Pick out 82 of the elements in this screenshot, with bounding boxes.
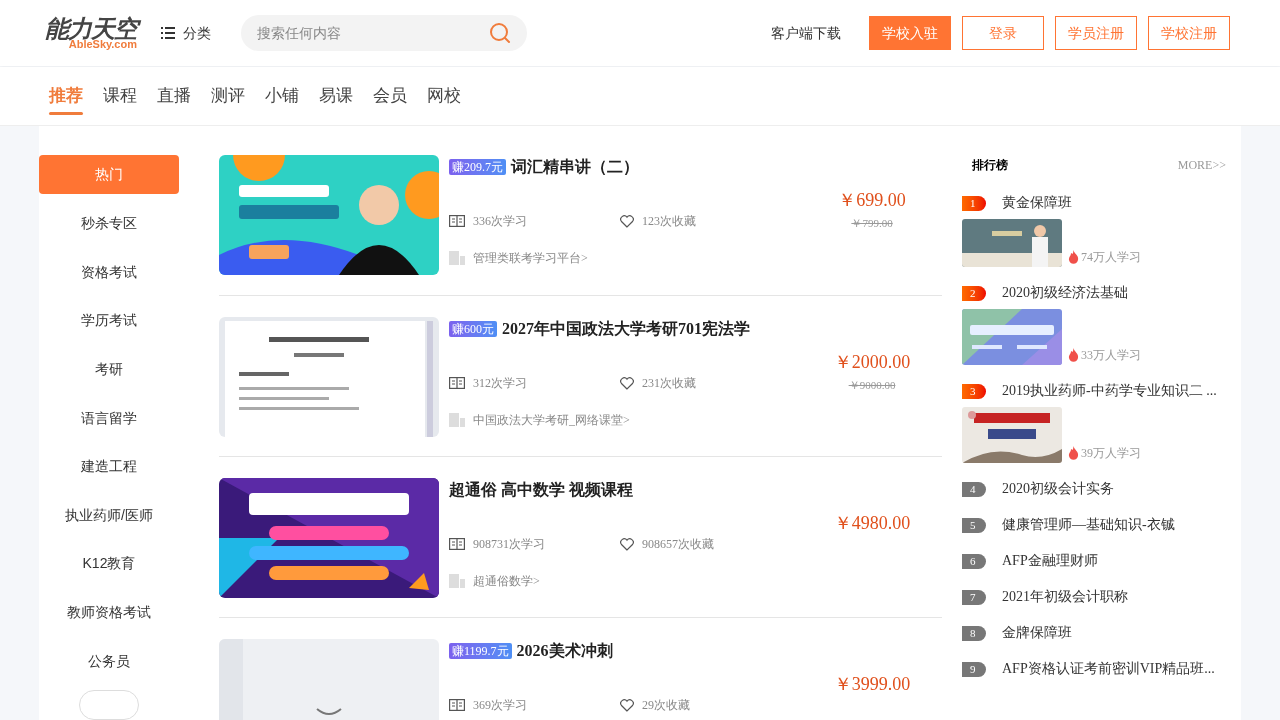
- price: ￥4980.00: [833, 514, 911, 532]
- rank-badge: 5: [962, 517, 986, 533]
- category-item[interactable]: 教师资格考试: [39, 592, 179, 632]
- flame-icon: [1068, 446, 1079, 460]
- nav-tab[interactable]: 测评: [211, 67, 245, 125]
- nav-tab[interactable]: 网校: [427, 67, 461, 125]
- rank-badge: 9: [962, 661, 986, 677]
- nav-tab[interactable]: 易课: [319, 67, 353, 125]
- search-input[interactable]: 搜索任何内容: [257, 23, 489, 43]
- course-title[interactable]: 2026美术冲刺: [516, 639, 613, 663]
- original-price: ￥9000.00: [848, 378, 896, 393]
- favorite-count: 231次收藏: [642, 375, 696, 391]
- ranking-title-link[interactable]: 健康管理师—基础知识-衣铖: [1002, 515, 1175, 535]
- rank-badge: 4: [962, 481, 986, 497]
- favorite-count: 29次收藏: [642, 697, 690, 713]
- building-icon: [449, 574, 465, 588]
- flame-icon: [1068, 250, 1079, 264]
- menu-icon: [161, 27, 175, 39]
- earn-badge: 赚209.7元: [449, 159, 506, 175]
- ranking-title-link[interactable]: 2019执业药师-中药学专业知识二 ...: [1002, 381, 1217, 401]
- category-item[interactable]: 执业药师/医师: [39, 495, 179, 535]
- book-icon: [449, 538, 465, 550]
- price: ￥699.00: [838, 191, 906, 209]
- category-item[interactable]: 公务员: [39, 641, 179, 681]
- rank-badge: 8: [962, 625, 986, 641]
- price: ￥2000.00: [833, 353, 911, 371]
- rank-badge: 2: [962, 285, 986, 301]
- earn-badge: 赚1199.7元: [449, 643, 512, 659]
- heart-icon[interactable]: [620, 376, 634, 390]
- download-link[interactable]: 客户端下载: [771, 23, 841, 43]
- ranking-title-link[interactable]: 黄金保障班: [1002, 193, 1072, 213]
- course-title[interactable]: 词汇精串讲（二）: [511, 155, 639, 179]
- price: ￥3999.00: [833, 675, 911, 693]
- category-item[interactable]: 语言留学: [39, 398, 179, 437]
- learner-count: 369次学习: [473, 697, 527, 713]
- original-price: ￥799.00: [851, 216, 893, 231]
- store-link[interactable]: 超通俗数学>: [473, 573, 540, 589]
- nav-tab[interactable]: 直播: [157, 67, 191, 125]
- nav-tab[interactable]: 课程: [103, 67, 137, 125]
- favorite-count: 908657次收藏: [642, 536, 714, 552]
- store-link[interactable]: 中国政法大学考研_网络课堂>: [473, 412, 630, 428]
- learner-count: 39万人学习: [1081, 445, 1141, 461]
- learner-count: 908731次学习: [473, 536, 545, 552]
- book-icon: [449, 377, 465, 389]
- ranking-title-link[interactable]: 2021年初级会计职称: [1002, 587, 1128, 607]
- search-field[interactable]: 搜索任何内容: [241, 15, 527, 51]
- ranking-title-link[interactable]: 金牌保障班: [1002, 623, 1072, 643]
- favorite-count: 123次收藏: [642, 213, 696, 229]
- book-icon: [449, 699, 465, 711]
- ranking-title-link[interactable]: AFP资格认证考前密训VIP精品班...: [1002, 659, 1215, 679]
- category-item[interactable]: 秒杀专区: [39, 203, 179, 243]
- heart-icon[interactable]: [620, 214, 634, 228]
- course-title[interactable]: 超通俗 高中数学 视频课程: [449, 478, 633, 502]
- ranking-title-link[interactable]: 2020初级会计实务: [1002, 479, 1114, 499]
- heart-icon[interactable]: [620, 537, 634, 551]
- ranking-title: 排行榜: [972, 157, 1008, 173]
- course-title[interactable]: 2027年中国政法大学考研701宪法学: [502, 317, 750, 341]
- rank-badge: 6: [962, 553, 986, 569]
- ranking-title-link[interactable]: 2020初级经济法基础: [1002, 283, 1128, 303]
- flame-icon: [1068, 348, 1079, 362]
- category-item[interactable]: 资格考试: [39, 252, 179, 291]
- category-item[interactable]: K12教育: [39, 544, 179, 583]
- earn-badge: 赚600元: [449, 321, 497, 337]
- learner-count: 312次学习: [473, 375, 527, 391]
- nav-tab[interactable]: 会员: [373, 67, 407, 125]
- building-icon: [449, 413, 465, 427]
- learner-count: 336次学习: [473, 213, 527, 229]
- rank-badge: 3: [962, 383, 986, 399]
- nav-tab[interactable]: 小铺: [265, 67, 299, 125]
- category-item[interactable]: 考研: [39, 349, 179, 389]
- category-button[interactable]: 分类: [161, 23, 211, 43]
- store-link[interactable]: 管理类联考学习平台>: [473, 250, 588, 266]
- book-icon: [449, 215, 465, 227]
- ranking-title-link[interactable]: AFP金融理财师: [1002, 551, 1098, 571]
- category-item[interactable]: 建造工程: [39, 446, 179, 486]
- heart-icon[interactable]: [620, 698, 634, 712]
- rank-badge: 1: [962, 195, 986, 211]
- rank-badge: 7: [962, 589, 986, 605]
- learner-count: 74万人学习: [1081, 249, 1141, 265]
- category-item[interactable]: 学历考试: [39, 300, 179, 340]
- learner-count: 33万人学习: [1081, 347, 1141, 363]
- building-icon: [449, 251, 465, 265]
